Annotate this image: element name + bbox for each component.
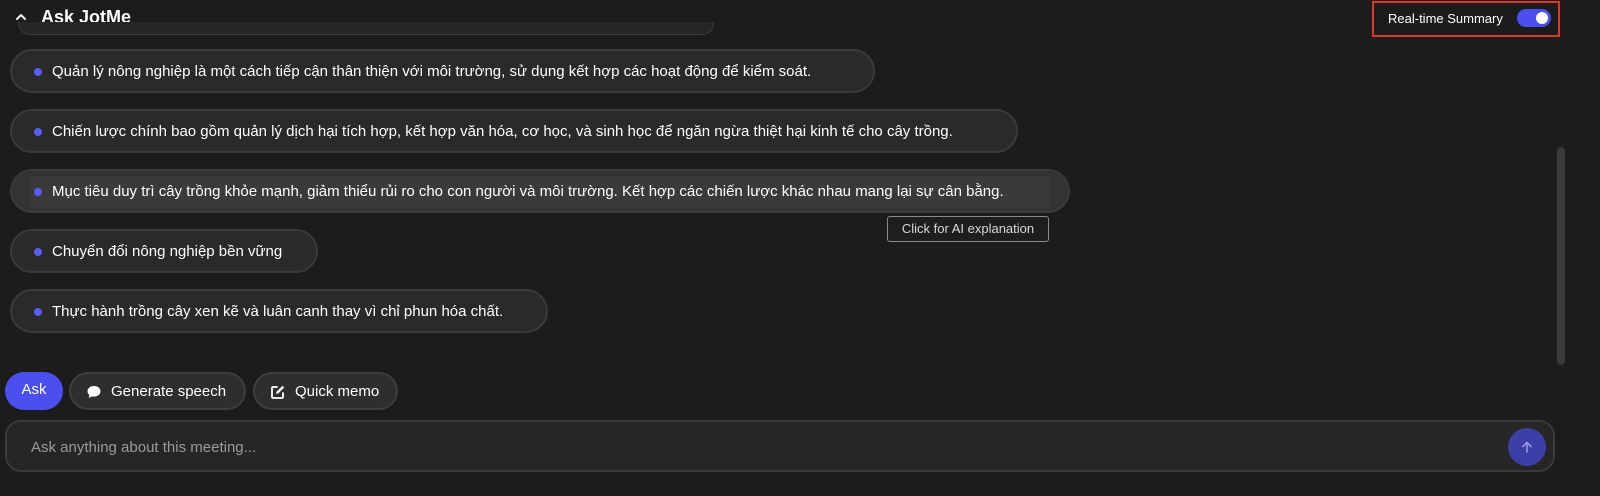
- generate-speech-label: Generate speech: [111, 383, 227, 400]
- bullet-dot: [34, 128, 42, 136]
- summary-item-partial: [18, 22, 714, 35]
- bullet-dot: [34, 68, 42, 76]
- toggle-knob: [1536, 12, 1548, 24]
- summary-item-text: Chuyển đổi nông nghiệp bền vững: [52, 243, 283, 260]
- summary-item-hovered[interactable]: Mục tiêu duy trì cây trồng khỏe mạnh, gi…: [10, 169, 1070, 213]
- realtime-summary-label: Real-time Summary: [1388, 11, 1503, 26]
- summary-item-text: Chiến lược chính bao gồm quản lý dịch hạ…: [52, 123, 953, 140]
- edit-icon: [271, 385, 285, 399]
- quick-memo-button[interactable]: Quick memo: [253, 372, 398, 410]
- summary-item-text: Quản lý nông nghiệp là một cách tiếp cận…: [52, 63, 812, 80]
- summary-item[interactable]: Thực hành trồng cây xen kẽ và luân canh …: [10, 289, 548, 333]
- scrollbar-thumb[interactable]: [1557, 147, 1565, 365]
- summary-item[interactable]: Chiến lược chính bao gồm quản lý dịch hạ…: [10, 109, 1018, 153]
- question-input[interactable]: [29, 434, 1493, 460]
- bullet-dot: [34, 308, 42, 316]
- arrow-up-icon: [1522, 441, 1532, 453]
- bullet-dot: [34, 248, 42, 256]
- ask-jotme-panel: Ask JotMe Real-time Summary Quản lý nông…: [0, 0, 1600, 496]
- realtime-summary-toggle[interactable]: [1517, 9, 1551, 27]
- summary-item[interactable]: Chuyển đổi nông nghiệp bền vững: [10, 229, 318, 273]
- send-button[interactable]: [1508, 428, 1546, 466]
- realtime-summary-control: Real-time Summary: [1372, 1, 1560, 37]
- summary-item-text: Thực hành trồng cây xen kẽ và luân canh …: [52, 303, 504, 320]
- summary-item-text: Mục tiêu duy trì cây trồng khỏe mạnh, gi…: [52, 183, 1004, 200]
- chat-bubble-icon: [87, 386, 101, 398]
- bullet-dot: [34, 188, 42, 196]
- ask-button[interactable]: Ask: [5, 372, 63, 410]
- ai-explanation-tooltip: Click for AI explanation: [887, 216, 1049, 242]
- question-input-bar: [5, 420, 1555, 472]
- generate-speech-button[interactable]: Generate speech: [69, 372, 246, 410]
- quick-memo-label: Quick memo: [295, 383, 380, 400]
- summary-item[interactable]: Quản lý nông nghiệp là một cách tiếp cận…: [10, 49, 875, 93]
